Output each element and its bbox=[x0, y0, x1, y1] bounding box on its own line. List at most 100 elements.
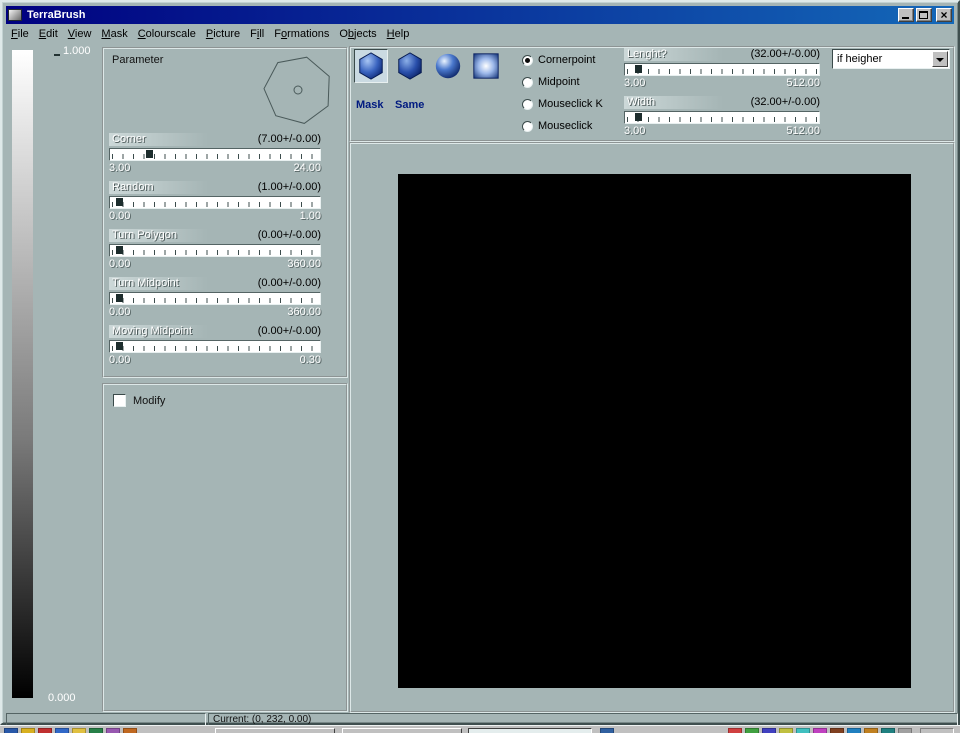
menu-item-file[interactable]: File bbox=[6, 26, 34, 42]
taskbar-tray-icon[interactable] bbox=[898, 728, 912, 733]
slider-turn-midpoint-thumb[interactable] bbox=[116, 294, 123, 302]
slider-random-value: (1.00+/-0.00) bbox=[258, 181, 321, 194]
slider-moving-midpoint: Moving Midpoint (0.00+/-0.00) 0.00 0.30 bbox=[109, 325, 321, 366]
slider-random-track[interactable] bbox=[109, 196, 321, 209]
slider-corner-label: Corner bbox=[109, 133, 213, 146]
slider-turn-polygon-label: Turn Polygon bbox=[109, 229, 213, 242]
slider-turn-midpoint-track[interactable] bbox=[109, 292, 321, 305]
slider-random-thumb[interactable] bbox=[116, 198, 123, 206]
taskbar-quicklaunch-icon[interactable] bbox=[55, 728, 69, 733]
colourscale-gradient-strip[interactable] bbox=[12, 50, 33, 698]
slider-corner-value: (7.00+/-0.00) bbox=[258, 133, 321, 146]
taskbar-tray-icon[interactable] bbox=[813, 728, 827, 733]
sphere-brush-button[interactable] bbox=[431, 49, 465, 83]
slider-ticks bbox=[112, 154, 318, 159]
window-buttons: × bbox=[896, 8, 954, 22]
menu-item-picture[interactable]: Picture bbox=[201, 26, 245, 42]
hexagon-brush-2-button[interactable] bbox=[393, 49, 427, 83]
radio-mouseclick-k[interactable] bbox=[522, 99, 533, 110]
taskbar-tray-icon[interactable] bbox=[728, 728, 742, 733]
taskbar-task-button[interactable] bbox=[342, 728, 462, 733]
taskbar-quicklaunch-icon[interactable] bbox=[123, 728, 137, 733]
menu-item-formations[interactable]: Formations bbox=[269, 26, 334, 42]
radio-mouseclick[interactable] bbox=[522, 121, 533, 132]
radio-mouseclick-label[interactable]: Mouseclick bbox=[538, 120, 592, 132]
menu-item-edit[interactable]: Edit bbox=[34, 26, 63, 42]
radio-midpoint[interactable] bbox=[522, 77, 533, 88]
dropdown-button[interactable] bbox=[932, 51, 948, 67]
slider-turn-polygon-max: 360.00 bbox=[287, 258, 321, 270]
merge-mode-dropdown[interactable]: if heigher bbox=[832, 49, 950, 69]
colourscale-tick bbox=[54, 54, 60, 56]
mask-label[interactable]: Mask bbox=[356, 99, 384, 111]
slider-lenght: Lenght? (32.00+/-0.00) 3.00 512.00 bbox=[624, 48, 820, 89]
terrain-canvas[interactable] bbox=[398, 174, 911, 688]
menu-item-objects[interactable]: Objects bbox=[334, 26, 381, 42]
taskbar-quicklaunch-icon[interactable] bbox=[21, 728, 35, 733]
taskbar-tray-icon[interactable] bbox=[830, 728, 844, 733]
taskbar-quicklaunch-icon[interactable] bbox=[4, 728, 18, 733]
radio-cornerpoint-label[interactable]: Cornerpoint bbox=[538, 54, 595, 66]
slider-turn-polygon-track[interactable] bbox=[109, 244, 321, 257]
slider-turn-polygon-min: 0.00 bbox=[109, 258, 130, 270]
menu-item-mask[interactable]: Mask bbox=[96, 26, 132, 42]
taskbar-active-task-button[interactable] bbox=[468, 728, 592, 733]
taskbar-quicklaunch-icon[interactable] bbox=[89, 728, 103, 733]
taskbar-quicklaunch-icon[interactable] bbox=[106, 728, 120, 733]
slider-lenght-thumb[interactable] bbox=[635, 65, 642, 73]
slider-moving-midpoint-track[interactable] bbox=[109, 340, 321, 353]
slider-moving-midpoint-thumb[interactable] bbox=[116, 342, 123, 350]
square-mask-brush-button[interactable] bbox=[469, 49, 503, 83]
menu-item-fill[interactable]: Fill bbox=[245, 26, 269, 42]
taskbar-quicklaunch-icon[interactable] bbox=[38, 728, 52, 733]
taskbar-tray-icon[interactable] bbox=[762, 728, 776, 733]
slider-ticks bbox=[112, 202, 318, 207]
slider-width: Width (32.00+/-0.00) 3.00 512.00 bbox=[624, 96, 820, 137]
slider-moving-midpoint-value: (0.00+/-0.00) bbox=[258, 325, 321, 338]
taskbar-icon[interactable] bbox=[600, 728, 614, 733]
menu-item-colourscale[interactable]: Colourscale bbox=[133, 26, 201, 42]
taskbar-tray-icon[interactable] bbox=[745, 728, 759, 733]
slider-corner-max: 24.00 bbox=[293, 162, 321, 174]
slider-corner-track[interactable] bbox=[109, 148, 321, 161]
titlebar[interactable]: TerraBrush × bbox=[6, 6, 954, 24]
slider-lenght-value: (32.00+/-0.00) bbox=[751, 48, 820, 61]
taskbar-tray-icon[interactable] bbox=[847, 728, 861, 733]
modify-checkbox[interactable] bbox=[113, 394, 126, 407]
slider-turn-polygon-value: (0.00+/-0.00) bbox=[258, 229, 321, 242]
slider-turn-midpoint-min: 0.00 bbox=[109, 306, 130, 318]
taskbar-task-button[interactable] bbox=[215, 728, 335, 733]
sphere-brush-icon bbox=[433, 51, 463, 81]
taskbar-tray-icon[interactable] bbox=[779, 728, 793, 733]
canvas-panel bbox=[349, 142, 955, 713]
slider-turn-midpoint-max: 360.00 bbox=[287, 306, 321, 318]
slider-turn-polygon: Turn Polygon (0.00+/-0.00) 0.00 360.00 bbox=[109, 229, 321, 270]
slider-random-max: 1.00 bbox=[300, 210, 321, 222]
radio-midpoint-label[interactable]: Midpoint bbox=[538, 76, 580, 88]
hexagon-brush-button[interactable] bbox=[354, 49, 388, 83]
taskbar-tray-icon[interactable] bbox=[881, 728, 895, 733]
slider-moving-midpoint-max: 0.30 bbox=[300, 354, 321, 366]
slider-width-value: (32.00+/-0.00) bbox=[751, 96, 820, 109]
radio-cornerpoint[interactable] bbox=[522, 55, 533, 66]
slider-random-label: Random bbox=[109, 181, 213, 194]
taskbar-tray-icon[interactable] bbox=[864, 728, 878, 733]
same-label[interactable]: Same bbox=[395, 99, 424, 111]
minimize-button[interactable] bbox=[898, 8, 914, 22]
slider-lenght-track[interactable] bbox=[624, 63, 820, 76]
taskbar-quicklaunch-icon[interactable] bbox=[72, 728, 86, 733]
close-icon: × bbox=[937, 8, 951, 22]
colourscale-max-label: 1.000 bbox=[63, 45, 91, 57]
taskbar bbox=[0, 725, 960, 733]
radio-mouseclick-k-label[interactable]: Mouseclick K bbox=[538, 98, 603, 110]
close-button[interactable]: × bbox=[936, 8, 952, 22]
taskbar-tray-icon[interactable] bbox=[796, 728, 810, 733]
menu-item-help[interactable]: Help bbox=[382, 26, 415, 42]
slider-turn-polygon-thumb[interactable] bbox=[116, 246, 123, 254]
slider-corner-thumb[interactable] bbox=[146, 150, 153, 158]
slider-width-track[interactable] bbox=[624, 111, 820, 124]
maximize-button[interactable] bbox=[916, 8, 932, 22]
slider-width-thumb[interactable] bbox=[635, 113, 642, 121]
window-title: TerraBrush bbox=[27, 9, 85, 21]
menu-item-view[interactable]: View bbox=[63, 26, 97, 42]
